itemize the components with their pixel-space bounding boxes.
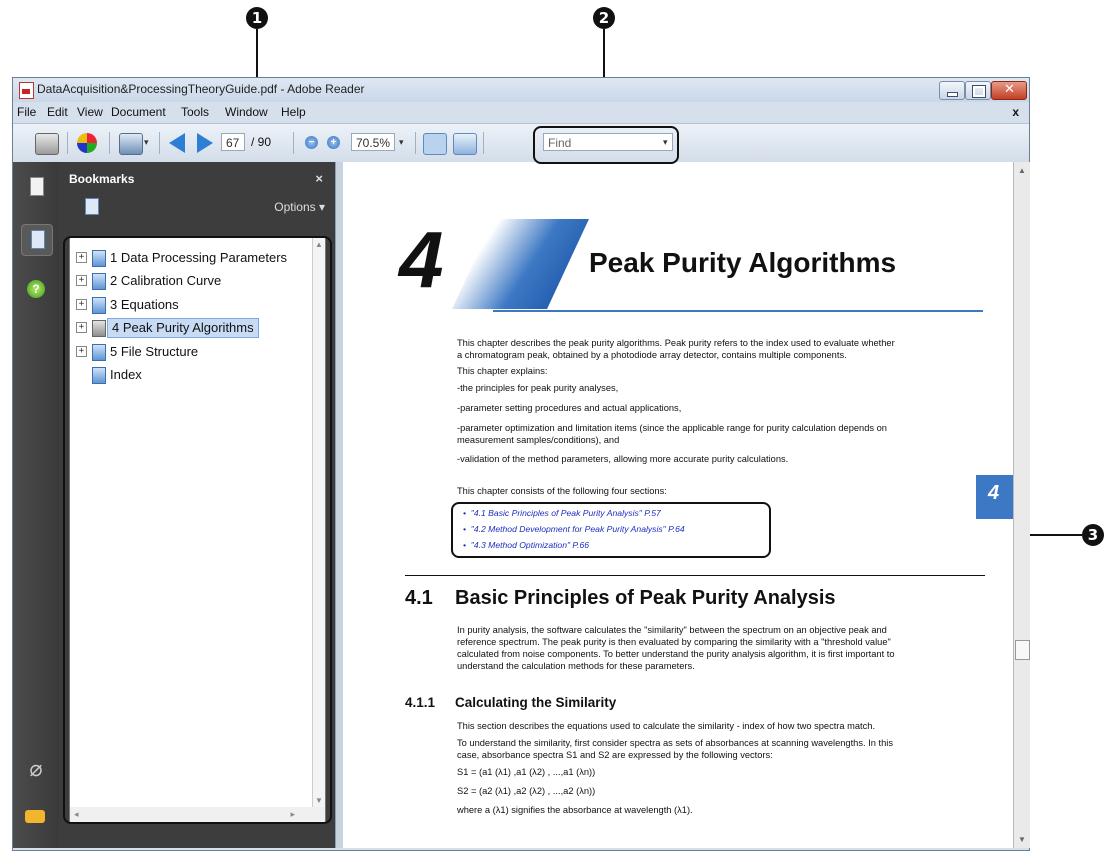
explains-heading: This chapter explains: — [457, 366, 548, 376]
section-4-1-title: Basic Principles of Peak Purity Analysis — [455, 587, 836, 609]
close-bookmarks-icon[interactable]: × — [315, 171, 323, 186]
chapter-rule — [493, 310, 983, 312]
previous-page-icon[interactable] — [169, 133, 185, 153]
find-box-highlight — [533, 126, 679, 164]
minimize-button[interactable] — [939, 81, 965, 100]
fit-page-icon[interactable] — [423, 133, 447, 155]
section-4-1-1-line-3: case, absorbance spectra S1 and S2 are e… — [457, 750, 773, 760]
section-4-1-1-line-2: To understand the similarity, first cons… — [457, 738, 893, 748]
callout-1: 1 — [246, 7, 268, 29]
section-link-4-1-text[interactable]: "4.1 Basic Principles of Peak Purity Ana… — [471, 508, 661, 518]
minimize-icon — [947, 92, 958, 97]
chapter-side-tab-label: 4 — [988, 482, 1000, 504]
section-link-4-3[interactable]: • "4.3 Method Optimization" P.66 — [463, 540, 589, 550]
share-icon[interactable] — [119, 133, 143, 155]
intro-line-1: This chapter describes the peak purity a… — [457, 338, 895, 348]
zoom-level-input[interactable]: 70.5% — [351, 133, 395, 151]
zoom-out-icon[interactable]: − — [305, 136, 318, 149]
section-4-1-1-line-1: This section describes the equations use… — [457, 721, 876, 731]
toolbar-separator — [159, 132, 160, 154]
full-screen-icon[interactable] — [453, 133, 477, 155]
print-icon[interactable] — [35, 133, 59, 155]
section-4-1-1-number: 4.1.1 — [405, 695, 436, 710]
section-link-4-2[interactable]: • "4.2 Method Development for Peak Purit… — [463, 524, 685, 534]
explains-item-4: -validation of the method parameters, al… — [457, 454, 789, 464]
menu-window[interactable]: Window — [225, 105, 268, 119]
equation-s2: S2 = (a2 (λ1) ,a2 (λ2) , ...,a2 (λn)) — [457, 786, 596, 796]
chapter-decoration — [452, 219, 589, 309]
section-link-4-2-text[interactable]: "4.2 Method Development for Peak Purity … — [471, 524, 685, 534]
section-4-1-line-1: In purity analysis, the software calcula… — [457, 625, 887, 635]
section-4-1-line-3: calculated from noise components. To bet… — [457, 649, 895, 659]
chapter-number: 4 — [399, 215, 444, 304]
toolbar-separator — [483, 132, 484, 154]
zoom-in-icon[interactable]: + — [327, 136, 340, 149]
section-link-4-1[interactable]: • "4.1 Basic Principles of Peak Purity A… — [463, 508, 661, 518]
section-4-1-1-line-4: where a (λ1) signifies the absorbance at… — [457, 805, 693, 815]
title-bar: DataAcquisition&ProcessingTheoryGuide.pd… — [13, 78, 1029, 102]
callout-2: 2 — [593, 7, 615, 29]
navigation-pane: ? ⌀ — [13, 162, 59, 848]
menu-document[interactable]: Document — [111, 105, 166, 119]
menu-view[interactable]: View — [77, 105, 103, 119]
menu-bar: File Edit View Document Tools Window Hel… — [13, 103, 1029, 121]
help-icon[interactable]: ? — [21, 274, 51, 304]
pdf-file-icon — [19, 82, 34, 99]
options-menu[interactable]: Options ▾ — [274, 200, 325, 214]
scroll-thumb[interactable] — [1015, 640, 1030, 660]
page-number-input[interactable]: 67 — [221, 133, 245, 151]
comments-icon[interactable] — [21, 802, 51, 832]
bookmarks-title: Bookmarks — [69, 172, 135, 186]
section-rule — [405, 575, 985, 576]
equation-s1: S1 = (a1 (λ1) ,a1 (λ2) , ...,a1 (λn)) — [457, 767, 596, 777]
document-vertical-scrollbar[interactable]: ▲ ▼ — [1013, 162, 1030, 848]
bookmark-tools-icon[interactable] — [85, 198, 99, 215]
explains-item-3-cont: measurement samples/conditions), and — [457, 435, 620, 445]
collaborate-icon[interactable] — [77, 133, 97, 153]
menu-tools[interactable]: Tools — [181, 105, 209, 119]
explains-item-3: -parameter optimization and limitation i… — [457, 423, 887, 433]
toolbar-separator — [109, 132, 110, 154]
attachments-icon[interactable]: ⌀ — [21, 754, 51, 784]
menu-file[interactable]: File — [17, 105, 36, 119]
toolbar-separator — [293, 132, 294, 154]
document-page: 4 Peak Purity Algorithms This chapter de… — [343, 162, 1013, 848]
close-window-button[interactable]: ✕ — [991, 81, 1027, 100]
maximize-button[interactable] — [965, 81, 991, 100]
section-4-1-1-title: Calculating the Similarity — [455, 695, 617, 710]
explains-item-1: -the principles for peak purity analyses… — [457, 383, 619, 393]
close-icon: ✕ — [1004, 82, 1015, 97]
bookmarks-icon[interactable] — [21, 224, 53, 256]
callout-3: 3 — [1082, 524, 1104, 546]
page-total: / 90 — [251, 135, 272, 149]
chapter-title: Peak Purity Algorithms — [589, 247, 897, 278]
maximize-icon — [972, 85, 986, 98]
bookmark-list-highlight — [63, 236, 332, 824]
toolbar: ▾ 67 / 90 − + 70.5% ▾ Find ▾ — [13, 123, 1029, 163]
pages-icon[interactable] — [21, 172, 51, 202]
scroll-down-icon[interactable]: ▼ — [1018, 835, 1026, 844]
toolbar-separator — [415, 132, 416, 154]
section-4-1-line-4: understand the calculation methods for t… — [457, 661, 695, 671]
window-title: DataAcquisition&ProcessingTheoryGuide.pd… — [37, 82, 365, 96]
intro-line-2: a chromatogram peak, obtained by a photo… — [457, 350, 847, 360]
scroll-up-icon[interactable]: ▲ — [1018, 166, 1026, 175]
menu-edit[interactable]: Edit — [47, 105, 68, 119]
section-link-4-3-text[interactable]: "4.3 Method Optimization" P.66 — [471, 540, 589, 550]
section-4-1-line-2: reference spectrum. The peak purity is t… — [457, 637, 891, 647]
chevron-down-icon[interactable]: ▾ — [144, 137, 149, 148]
next-page-icon[interactable] — [197, 133, 213, 153]
sections-intro: This chapter consists of the following f… — [457, 486, 667, 496]
toolbar-separator — [67, 132, 68, 154]
section-4-1-number: 4.1 — [405, 587, 433, 609]
zoom-dropdown-icon[interactable]: ▾ — [399, 137, 404, 148]
menu-help[interactable]: Help — [281, 105, 306, 119]
document-close-icon[interactable]: x — [1012, 105, 1019, 119]
explains-item-2: -parameter setting procedures and actual… — [457, 403, 682, 413]
